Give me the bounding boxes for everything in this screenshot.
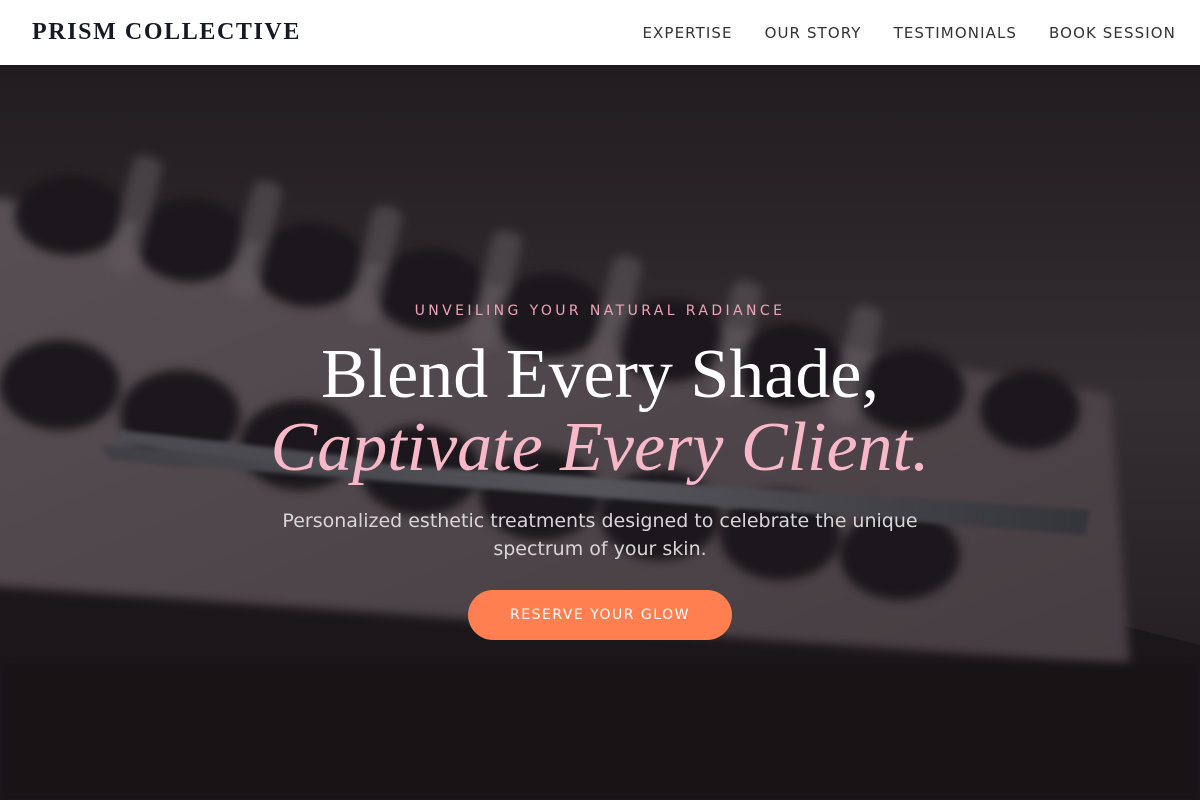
site-header: PRISM COLLECTIVE EXPERTISE OUR STORY TES… (0, 0, 1200, 65)
nav-link-expertise[interactable]: EXPERTISE (642, 24, 732, 42)
nav-link-our-story[interactable]: OUR STORY (765, 24, 862, 42)
reserve-button[interactable]: RESERVE YOUR GLOW (468, 590, 732, 640)
nav-link-book-session[interactable]: BOOK SESSION (1049, 24, 1176, 42)
hero-subtitle: Personalized esthetic treatments designe… (282, 510, 918, 560)
hero-eyebrow: UNVEILING YOUR NATURAL RADIANCE (414, 303, 786, 319)
main-nav: EXPERTISE OUR STORY TESTIMONIALS BOOK SE… (642, 24, 1176, 42)
brand-logo[interactable]: PRISM COLLECTIVE (32, 19, 301, 46)
hero-headline-line2: Captivate Every Client. (270, 409, 930, 486)
nav-link-testimonials[interactable]: TESTIMONIALS (894, 24, 1017, 42)
hero-headline-line1: Blend Every Shade, (321, 336, 879, 413)
hero-section: UNVEILING YOUR NATURAL RADIANCE Blend Ev… (0, 65, 1200, 800)
hero-content: UNVEILING YOUR NATURAL RADIANCE Blend Ev… (0, 65, 1200, 800)
